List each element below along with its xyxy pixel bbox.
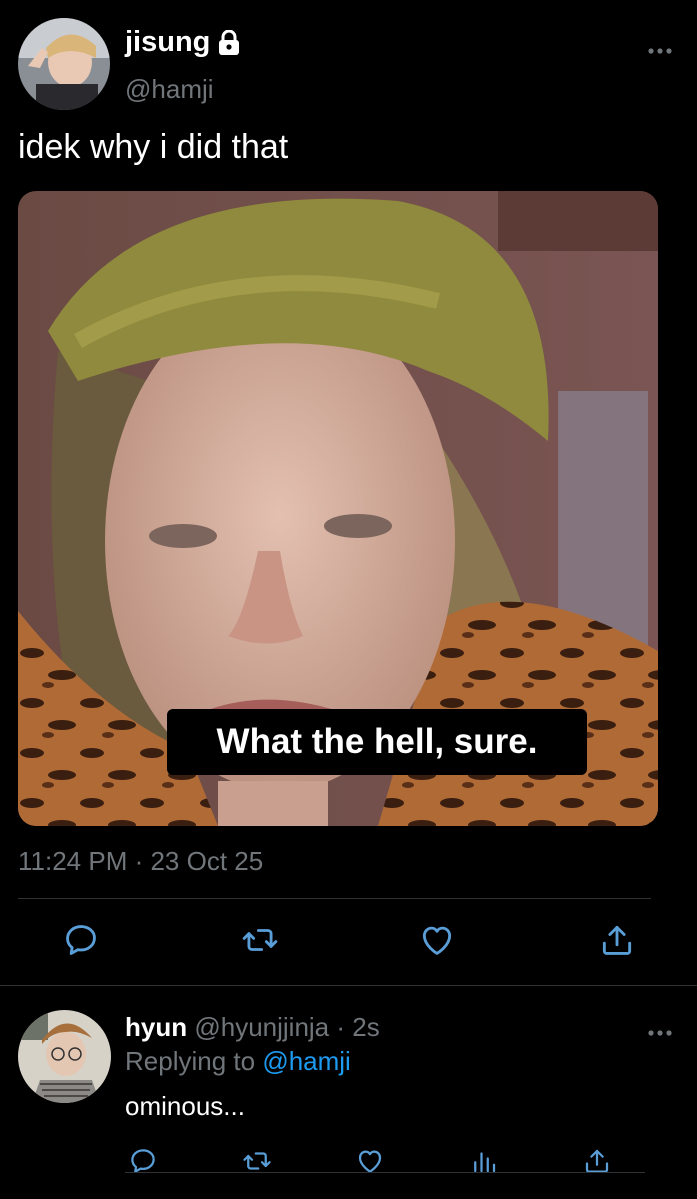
reply-icon[interactable] bbox=[62, 921, 100, 959]
author-display-name[interactable]: jisung bbox=[125, 26, 210, 59]
heart-icon[interactable] bbox=[418, 921, 456, 959]
more-icon[interactable] bbox=[647, 42, 673, 54]
reply-time[interactable]: 2s bbox=[352, 1012, 379, 1042]
reply-header: hyun @hyunjjinja · 2s bbox=[125, 1012, 380, 1043]
divider bbox=[125, 1172, 645, 1173]
tweet-timestamp[interactable]: 11:24 PM · 23 Oct 25 bbox=[18, 846, 263, 877]
replying-to-line: Replying to @hamji bbox=[125, 1046, 351, 1077]
divider bbox=[18, 898, 651, 899]
replying-to-mention[interactable]: @hamji bbox=[262, 1046, 351, 1076]
divider bbox=[0, 985, 697, 986]
reply-separator: · bbox=[329, 1012, 353, 1042]
author-avatar[interactable] bbox=[18, 18, 110, 110]
retweet-icon[interactable] bbox=[241, 921, 279, 959]
author-handle[interactable]: @hamji bbox=[125, 74, 214, 105]
author-name-row: jisung bbox=[125, 26, 241, 59]
lock-icon bbox=[217, 29, 241, 56]
tweet-text: idek why i did that bbox=[18, 128, 289, 166]
replying-to-label: Replying to bbox=[125, 1046, 263, 1076]
more-icon[interactable] bbox=[647, 1024, 673, 1036]
share-icon[interactable] bbox=[598, 921, 636, 959]
reply-handle[interactable]: @hyunjjinja bbox=[194, 1012, 329, 1042]
reply-display-name[interactable]: hyun bbox=[125, 1012, 187, 1042]
reply-text: ominous... bbox=[125, 1091, 245, 1121]
media-caption: What the hell, sure. bbox=[167, 709, 587, 775]
reply-avatar[interactable] bbox=[18, 1010, 111, 1103]
